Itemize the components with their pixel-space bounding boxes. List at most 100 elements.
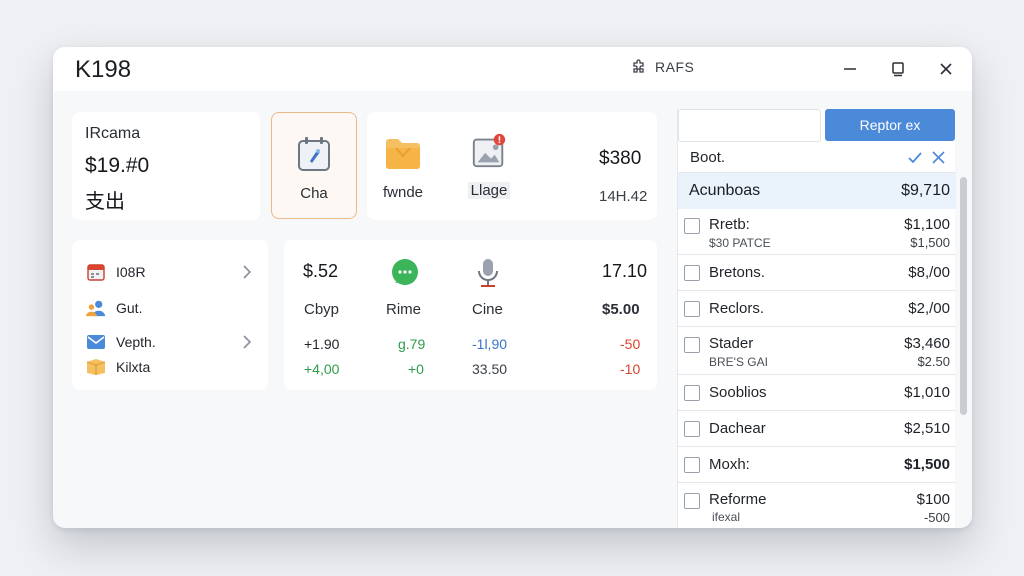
chevron-right-icon [243,265,252,279]
list-item-label: Kilxta [116,359,151,375]
metric-head: $.52 [303,261,339,281]
row-name: Stader [709,335,754,352]
selected-row[interactable]: Acunboas $9,710 [678,173,956,209]
tile-llage[interactable]: Llage [464,132,514,199]
top-stat-sub: 14H.42 [599,188,648,205]
list-item-label: I08R [116,264,146,280]
chat-button[interactable] [390,258,420,293]
title-bar: K198 RAFS [53,47,972,91]
center-title-label: RAFS [655,59,695,75]
list-item-label: Gut. [116,300,143,316]
maximize-button[interactable] [886,57,910,81]
row-value: $100 [916,491,950,508]
table-row[interactable]: Moxh: $1,500 [678,447,956,483]
calendar-rocket-icon [298,137,330,171]
metric-label: Rime [386,301,422,318]
list-item[interactable]: Gut. [86,297,142,319]
row-checkbox[interactable] [684,265,700,281]
list-item[interactable]: Kilxta [86,356,150,378]
microphone-button[interactable] [475,257,501,294]
table-row[interactable]: Reclors. $2,/00 [678,291,956,327]
row-checkbox[interactable] [684,493,700,509]
maximize-icon [892,62,904,77]
table-row[interactable]: Rretb: $1,100 $30 PATCE $1,500 [678,209,956,255]
metric-value: +4,00 [304,361,340,377]
clear-icon[interactable] [932,151,945,164]
table-row[interactable]: Stader $3,460 BRE'S GAI $2.50 [678,327,956,375]
app-window: K198 RAFS IRcama $19.#0 支出 Cha fwnde Lla… [53,47,972,528]
row-checkbox[interactable] [684,457,700,473]
row-checkbox[interactable] [684,421,700,437]
row-name: Reforme [709,491,767,508]
metric-label: Cbyp [304,301,340,318]
row-sub-value: $1,500 [910,235,950,250]
tile-cha[interactable]: Cha [271,112,357,219]
row-value: $1,100 [904,216,950,233]
row-value: $3,460 [904,335,950,352]
row-name: Sooblios [709,384,767,401]
table-row[interactable]: Sooblios $1,010 [678,375,956,411]
row-sub: $30 PATCE [709,236,771,250]
metric-value: -50 [620,336,641,352]
metric-value: -1l,90 [472,336,508,352]
row-value: $2,510 [904,420,950,437]
metric-head: 17.10 [602,261,648,281]
filter-row: Boot. [678,143,956,173]
row-value: $1,010 [904,384,950,401]
metric-value: -10 [620,361,641,377]
tile-label: Cha [300,185,328,202]
row-name: Bretons. [709,264,765,281]
check-icon[interactable] [908,151,922,165]
metric-value: +0 [408,361,424,377]
microphone-icon [478,259,498,287]
income-value: $19.#0 [85,154,150,177]
top-stat-value: $380 [599,148,642,169]
minimize-icon [844,68,856,70]
list-item[interactable]: I08R [86,261,146,283]
row-name: Acunboas [689,182,761,199]
filter-label: Boot. [690,149,726,166]
table-row[interactable]: Dachear $2,510 [678,411,956,447]
tile-label: Llage [467,182,511,199]
close-button[interactable] [934,57,958,81]
users-icon [86,300,106,317]
row-sub: BRE'S GAI [709,355,768,369]
tiles-card: fwnde Llage $380 14H.42 [367,112,657,220]
metric-label: Cine [472,301,503,318]
row-value: $1,500 [904,456,950,473]
center-title[interactable]: RAFS [631,59,694,75]
chat-bubble-icon [392,259,418,285]
box-icon [86,359,106,375]
app-title: K198 [75,56,132,83]
row-sub-value: $2.50 [917,354,950,369]
row-value: $2,/00 [908,300,950,317]
row-checkbox[interactable] [684,218,700,234]
tile-label: fwnde [382,184,424,201]
metric-value: +1.90 [304,336,340,352]
search-input[interactable] [678,109,821,142]
row-checkbox[interactable] [684,337,700,353]
row-checkbox[interactable] [684,301,700,317]
list-item-label: Vepth. [116,334,156,350]
metrics-card: $.52 Cbyp +1.90 +4,00 Rime g.79 +0 Cine … [284,240,657,390]
row-name: Moxh: [709,456,750,473]
puzzle-icon [633,59,644,73]
list-item[interactable]: Vepth. [86,331,156,353]
income-card: IRcama $19.#0 支出 [72,112,260,220]
income-label: IRcama [85,125,141,142]
row-sub-value: -500 [923,510,950,525]
mail-icon [87,335,105,349]
table-row[interactable]: Reforme $100 ifexal -500 [678,483,956,528]
row-value: $9,710 [901,182,950,199]
table-row[interactable]: Bretons. $8,/00 [678,255,956,291]
calendar-icon [87,264,105,281]
nav-list-card: I08R Gut. Vepth. Kilxta [72,240,268,390]
panel-scrollbar[interactable] [960,177,967,415]
row-name: Dachear [709,420,766,437]
row-checkbox[interactable] [684,385,700,401]
report-button[interactable]: Reptor ex [825,109,955,141]
minimize-button[interactable] [838,57,862,81]
tile-fwnde[interactable]: fwnde [377,134,429,201]
row-name: Rretb: [709,216,750,233]
image-notification-icon [472,133,506,168]
